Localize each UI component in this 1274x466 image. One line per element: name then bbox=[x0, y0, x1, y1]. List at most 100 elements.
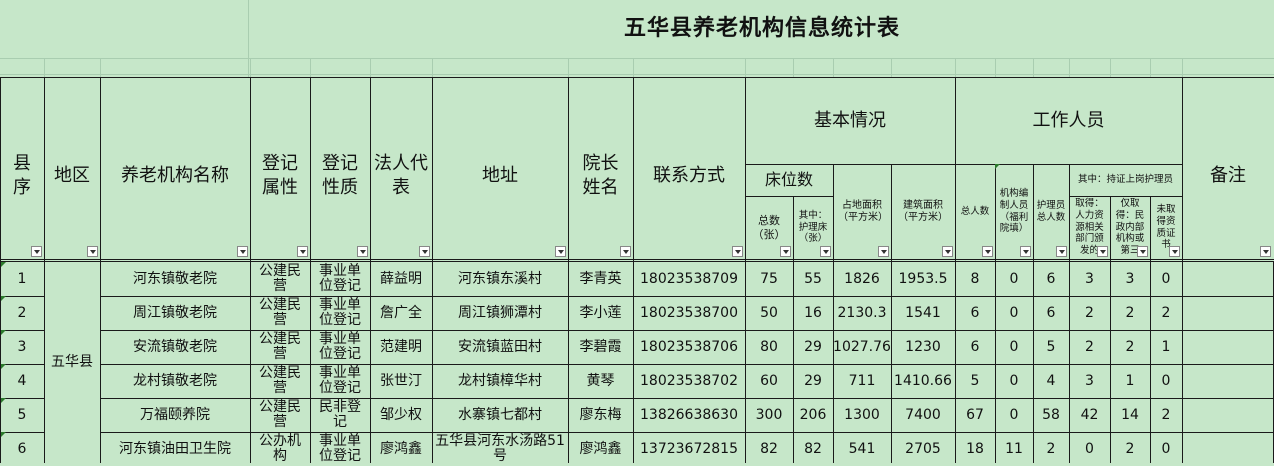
cell-none[interactable]: 0 bbox=[1150, 262, 1182, 296]
cell-seq[interactable]: 4 bbox=[0, 364, 44, 398]
filter-dropdown-icon[interactable] bbox=[555, 246, 566, 257]
cell-attr[interactable]: 公建民营 bbox=[250, 262, 310, 296]
cell-rep[interactable]: 薛益明 bbox=[370, 262, 432, 296]
filter-dropdown-icon[interactable] bbox=[31, 246, 42, 257]
cell-seq[interactable]: 6 bbox=[0, 432, 44, 466]
cell-rep[interactable]: 邹少权 bbox=[370, 398, 432, 432]
cell-land[interactable]: 1027.76 bbox=[833, 330, 891, 364]
cell-nature[interactable]: 事业单位登记 bbox=[310, 432, 370, 466]
cell-care[interactable]: 6 bbox=[1033, 262, 1069, 296]
filter-dropdown-icon[interactable] bbox=[419, 246, 430, 257]
cell-name[interactable]: 河东镇敬老院 bbox=[100, 262, 250, 296]
cell-attr[interactable]: 公建民营 bbox=[250, 398, 310, 432]
cell-total-beds[interactable]: 300 bbox=[745, 398, 793, 432]
cell-care[interactable]: 4 bbox=[1033, 364, 1069, 398]
cell-total-beds[interactable]: 80 bbox=[745, 330, 793, 364]
cell-care[interactable]: 58 bbox=[1033, 398, 1069, 432]
cell-staff[interactable]: 6 bbox=[955, 296, 995, 330]
cell-inst[interactable]: 0 bbox=[995, 262, 1033, 296]
cell-nature[interactable]: 民非登记 bbox=[310, 398, 370, 432]
cell-building[interactable]: 2705 bbox=[891, 432, 955, 466]
cell-care-beds[interactable]: 206 bbox=[793, 398, 833, 432]
cell-phone[interactable]: 18023538702 bbox=[633, 364, 745, 398]
cell-name[interactable]: 河东镇油田卫生院 bbox=[100, 432, 250, 466]
cell-rep[interactable]: 詹广全 bbox=[370, 296, 432, 330]
filter-dropdown-icon[interactable] bbox=[237, 246, 248, 257]
cell-land[interactable]: 1826 bbox=[833, 262, 891, 296]
cell-phone[interactable]: 13826638630 bbox=[633, 398, 745, 432]
cell-addr[interactable]: 五华县河东水汤路51号 bbox=[432, 432, 568, 466]
cell-nature[interactable]: 事业单位登记 bbox=[310, 364, 370, 398]
cell-staff[interactable]: 67 bbox=[955, 398, 995, 432]
cell-addr[interactable]: 水寨镇七都村 bbox=[432, 398, 568, 432]
filter-dropdown-icon[interactable] bbox=[1056, 246, 1067, 257]
cell-land[interactable]: 711 bbox=[833, 364, 891, 398]
cell-care-beds[interactable]: 29 bbox=[793, 330, 833, 364]
filter-dropdown-icon[interactable] bbox=[1097, 246, 1108, 257]
cell-none[interactable]: 1 bbox=[1150, 330, 1182, 364]
cell-attr[interactable]: 公办机构 bbox=[250, 432, 310, 466]
cell-name[interactable]: 安流镇敬老院 bbox=[100, 330, 250, 364]
cell-total-beds[interactable]: 82 bbox=[745, 432, 793, 466]
filter-dropdown-icon[interactable] bbox=[1137, 246, 1148, 257]
cell-addr[interactable]: 周江镇狮潭村 bbox=[432, 296, 568, 330]
cell-remarks[interactable] bbox=[1182, 432, 1274, 466]
filter-dropdown-icon[interactable] bbox=[87, 246, 98, 257]
cell-care[interactable]: 2 bbox=[1033, 432, 1069, 466]
cell-inst[interactable]: 11 bbox=[995, 432, 1033, 466]
cell-care-beds[interactable]: 29 bbox=[793, 364, 833, 398]
cell-total-beds[interactable]: 60 bbox=[745, 364, 793, 398]
filter-dropdown-icon[interactable] bbox=[732, 246, 743, 257]
cell-rep[interactable]: 廖鸿鑫 bbox=[370, 432, 432, 466]
cell-seq[interactable]: 2 bbox=[0, 296, 44, 330]
cell-director[interactable]: 李碧霞 bbox=[568, 330, 633, 364]
cell-building[interactable]: 7400 bbox=[891, 398, 955, 432]
filter-dropdown-icon[interactable] bbox=[982, 246, 993, 257]
cell-land[interactable]: 541 bbox=[833, 432, 891, 466]
cell-civil[interactable]: 14 bbox=[1110, 398, 1150, 432]
cell-none[interactable]: 0 bbox=[1150, 432, 1182, 466]
cell-staff[interactable]: 8 bbox=[955, 262, 995, 296]
cell-nature[interactable]: 事业单位登记 bbox=[310, 262, 370, 296]
filter-dropdown-icon[interactable] bbox=[297, 246, 308, 257]
cell-care-beds[interactable]: 82 bbox=[793, 432, 833, 466]
cell-rep[interactable]: 张世汀 bbox=[370, 364, 432, 398]
cell-remarks[interactable] bbox=[1182, 262, 1274, 296]
cell-name[interactable]: 龙村镇敬老院 bbox=[100, 364, 250, 398]
filter-dropdown-icon[interactable] bbox=[1169, 246, 1180, 257]
cell-director[interactable]: 廖鸿鑫 bbox=[568, 432, 633, 466]
cell-civil[interactable]: 1 bbox=[1110, 364, 1150, 398]
cell-total-beds[interactable]: 50 bbox=[745, 296, 793, 330]
cell-hr[interactable]: 2 bbox=[1069, 330, 1110, 364]
cell-seq[interactable]: 5 bbox=[0, 398, 44, 432]
cell-hr[interactable]: 0 bbox=[1069, 432, 1110, 466]
cell-building[interactable]: 1230 bbox=[891, 330, 955, 364]
filter-dropdown-icon[interactable] bbox=[820, 246, 831, 257]
cell-none[interactable]: 2 bbox=[1150, 296, 1182, 330]
cell-staff[interactable]: 5 bbox=[955, 364, 995, 398]
cell-addr[interactable]: 龙村镇樟华村 bbox=[432, 364, 568, 398]
cell-phone[interactable]: 18023538709 bbox=[633, 262, 745, 296]
cell-nature[interactable]: 事业单位登记 bbox=[310, 296, 370, 330]
filter-dropdown-icon[interactable] bbox=[357, 246, 368, 257]
cell-director[interactable]: 廖东梅 bbox=[568, 398, 633, 432]
cell-attr[interactable]: 公建民营 bbox=[250, 364, 310, 398]
cell-remarks[interactable] bbox=[1182, 296, 1274, 330]
cell-remarks[interactable] bbox=[1182, 364, 1274, 398]
region-cell[interactable]: 五华县 bbox=[44, 262, 100, 463]
cell-hr[interactable]: 2 bbox=[1069, 296, 1110, 330]
cell-inst[interactable]: 0 bbox=[995, 296, 1033, 330]
cell-hr[interactable]: 42 bbox=[1069, 398, 1110, 432]
cell-care-beds[interactable]: 55 bbox=[793, 262, 833, 296]
cell-care[interactable]: 5 bbox=[1033, 330, 1069, 364]
cell-care[interactable]: 6 bbox=[1033, 296, 1069, 330]
filter-dropdown-icon[interactable] bbox=[620, 246, 631, 257]
cell-staff[interactable]: 6 bbox=[955, 330, 995, 364]
filter-dropdown-icon[interactable] bbox=[942, 246, 953, 257]
cell-care-beds[interactable]: 16 bbox=[793, 296, 833, 330]
cell-rep[interactable]: 范建明 bbox=[370, 330, 432, 364]
filter-dropdown-icon[interactable] bbox=[878, 246, 889, 257]
cell-civil[interactable]: 3 bbox=[1110, 262, 1150, 296]
cell-building[interactable]: 1410.66 bbox=[891, 364, 955, 398]
cell-staff[interactable]: 18 bbox=[955, 432, 995, 466]
